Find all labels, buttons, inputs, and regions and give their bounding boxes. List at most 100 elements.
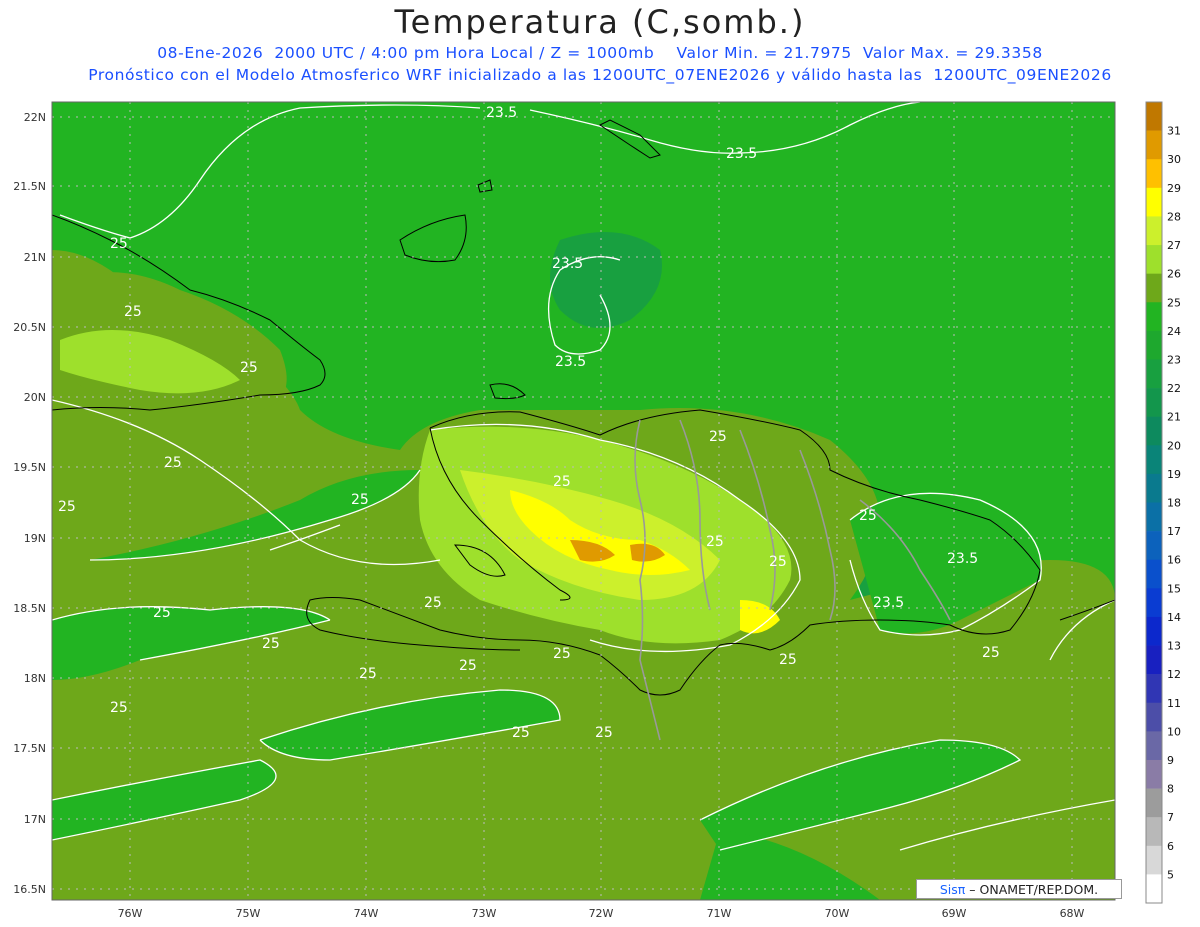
credit-text: – ONAMET/REP.DOM. bbox=[969, 882, 1099, 897]
contour-label: 25 bbox=[262, 636, 280, 652]
contour-label: 25 bbox=[769, 554, 787, 570]
colorbar-swatch bbox=[1146, 702, 1162, 732]
lon-label: 75W bbox=[236, 907, 261, 920]
colorbar-swatch bbox=[1146, 388, 1162, 417]
colorbar-swatch bbox=[1146, 359, 1162, 389]
contour-label: 25 bbox=[459, 658, 477, 674]
colorbar-swatch bbox=[1146, 416, 1162, 446]
colorbar-swatch bbox=[1146, 874, 1162, 904]
colorbar-label: 5 bbox=[1167, 868, 1174, 881]
colorbar-swatch bbox=[1146, 845, 1162, 875]
colorbar-swatch bbox=[1146, 531, 1162, 561]
colorbar-label: 17 bbox=[1167, 525, 1181, 538]
lon-label: 70W bbox=[825, 907, 850, 920]
colorbar-swatch bbox=[1146, 674, 1162, 704]
colorbar-label: 7 bbox=[1167, 811, 1174, 824]
colorbar-swatch bbox=[1146, 559, 1162, 589]
colorbar-label: 14 bbox=[1167, 611, 1181, 624]
colorbar-swatch bbox=[1146, 102, 1162, 131]
lon-label: 68W bbox=[1060, 907, 1085, 920]
colorbar-label: 13 bbox=[1167, 640, 1181, 653]
lat-label: 16.5N bbox=[13, 883, 46, 896]
colorbar-label: 9 bbox=[1167, 754, 1174, 767]
latitude-labels: 22N 21.5N 21N 20.5N 20N 19.5N 19N 18.5N … bbox=[13, 111, 46, 896]
colorbar-swatch bbox=[1146, 645, 1162, 675]
colorbar-swatch bbox=[1146, 788, 1162, 818]
lat-label: 21N bbox=[24, 251, 46, 264]
lat-label: 19N bbox=[24, 532, 46, 545]
contour-label: 25 bbox=[153, 605, 171, 621]
colorbar-swatch bbox=[1146, 187, 1162, 217]
contour-label: 25 bbox=[553, 474, 571, 490]
temperature-map: 23.5 23.5 23.5 23.5 25 25 25 25 25 25 25… bbox=[13, 101, 1181, 920]
contour-label: 25 bbox=[110, 236, 128, 252]
contour-label: 25 bbox=[709, 429, 727, 445]
contour-label: 25 bbox=[58, 499, 76, 515]
contour-label: 25 bbox=[351, 492, 369, 508]
lat-label: 19.5N bbox=[13, 461, 46, 474]
lat-label: 18.5N bbox=[13, 602, 46, 615]
contour-label: 23.5 bbox=[726, 146, 757, 162]
colorbar-label: 21 bbox=[1167, 411, 1181, 424]
contour-label: 25 bbox=[424, 595, 442, 611]
lon-label: 74W bbox=[354, 907, 379, 920]
colorbar-swatch bbox=[1146, 216, 1162, 246]
colorbar-swatch bbox=[1146, 273, 1162, 303]
colorbar-label: 30 bbox=[1167, 153, 1181, 166]
lon-label: 69W bbox=[942, 907, 967, 920]
contour-label: 23.5 bbox=[555, 354, 586, 370]
lat-label: 20.5N bbox=[13, 321, 46, 334]
colorbar-label: 24 bbox=[1167, 325, 1181, 338]
colorbar-label: 6 bbox=[1167, 840, 1174, 853]
contour-label: 25 bbox=[982, 645, 1000, 661]
contour-label: 25 bbox=[779, 652, 797, 668]
credit-badge: Sisπ – ONAMET/REP.DOM. bbox=[916, 879, 1122, 899]
colorbar-swatch bbox=[1146, 445, 1162, 475]
colorbar-label: 12 bbox=[1167, 668, 1181, 681]
lat-label: 17.5N bbox=[13, 742, 46, 755]
colorbar-swatch bbox=[1146, 817, 1162, 847]
lon-label: 71W bbox=[707, 907, 732, 920]
colorbar-label: 11 bbox=[1167, 697, 1181, 710]
colorbar-swatch bbox=[1146, 130, 1162, 160]
colorbar-label: 31 bbox=[1167, 125, 1181, 138]
colorbar-swatch bbox=[1146, 759, 1162, 789]
colorbar-label: 16 bbox=[1167, 554, 1181, 567]
contour-label: 25 bbox=[859, 508, 877, 524]
contour-label: 23.5 bbox=[947, 551, 978, 567]
colorbar-label: 29 bbox=[1167, 182, 1181, 195]
lat-label: 21.5N bbox=[13, 180, 46, 193]
colorbar-swatch bbox=[1146, 473, 1162, 503]
lon-label: 72W bbox=[589, 907, 614, 920]
brand-logo: Sisπ bbox=[939, 882, 966, 897]
lat-label: 20N bbox=[24, 391, 46, 404]
contour-label: 25 bbox=[240, 360, 258, 376]
colorbar-label: 26 bbox=[1167, 268, 1181, 281]
contour-label: 25 bbox=[110, 700, 128, 716]
contour-label: 25 bbox=[512, 725, 530, 741]
colorbar-swatch bbox=[1146, 588, 1162, 618]
colorbar-label: 27 bbox=[1167, 239, 1181, 252]
colorbar-label: 15 bbox=[1167, 582, 1181, 595]
contour-label: 25 bbox=[359, 666, 377, 682]
colorbar-label: 22 bbox=[1167, 382, 1181, 395]
lon-label: 76W bbox=[118, 907, 143, 920]
colorbar-label: 8 bbox=[1167, 783, 1174, 796]
colorbar: 31 30 29 28 27 26 25 24 23 22 21 20 19 18 17 16 15 14 13 12… bbox=[1145, 101, 1181, 904]
contour-label: 23.5 bbox=[486, 105, 517, 121]
contour-label: 23.5 bbox=[873, 595, 904, 611]
colorbar-swatch bbox=[1146, 302, 1162, 332]
colorbar-swatch bbox=[1146, 616, 1162, 646]
contour-label: 25 bbox=[164, 455, 182, 471]
colorbar-label: 19 bbox=[1167, 468, 1181, 481]
lat-label: 17N bbox=[24, 813, 46, 826]
colorbar-swatch bbox=[1146, 245, 1162, 274]
colorbar-label: 23 bbox=[1167, 353, 1181, 366]
lon-label: 73W bbox=[472, 907, 497, 920]
colorbar-swatch bbox=[1146, 731, 1162, 761]
colorbar-label: 25 bbox=[1167, 296, 1181, 309]
colorbar-label: 10 bbox=[1167, 725, 1181, 738]
shaded-field: 23.5 23.5 23.5 23.5 25 25 25 25 25 25 25… bbox=[52, 102, 1115, 900]
contour-label: 25 bbox=[124, 304, 142, 320]
colorbar-swatch bbox=[1146, 159, 1162, 189]
